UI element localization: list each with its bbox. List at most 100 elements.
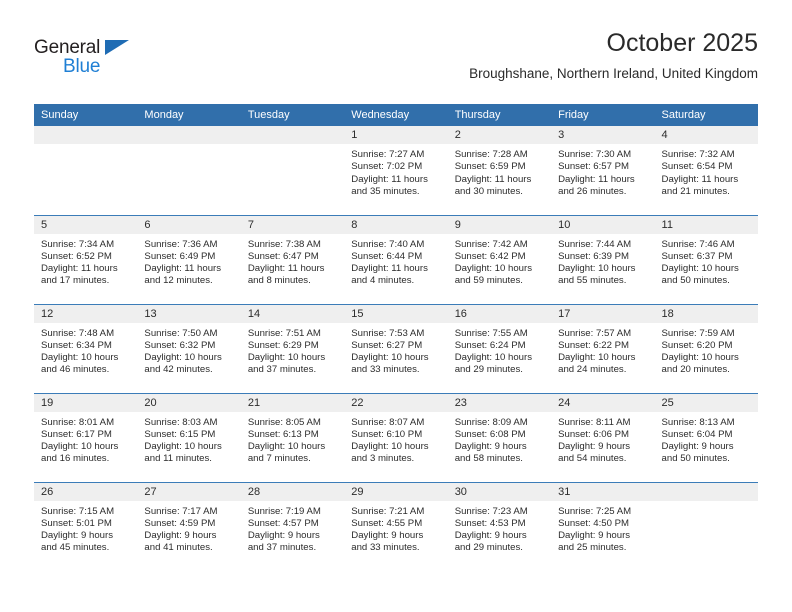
day-details: Sunrise: 8:13 AM Sunset: 6:04 PM Daylight:… [655, 412, 758, 466]
daylight-text-line1: Daylight: 10 hours [454, 352, 533, 364]
calendar-day-cell[interactable]: 29 Sunrise: 7:21 AM Sunset: 4:55 PM Dayligh… [344, 481, 448, 571]
day-details: Sunrise: 7:27 AM Sunset: 7:02 PM Daylight:… [344, 144, 447, 198]
calendar-day-cell[interactable]: 14 Sunrise: 7:51 AM Sunset: 6:29 PM Dayligh… [240, 303, 345, 393]
day-number-band [654, 482, 758, 501]
daylight-text-line2: and 33 minutes. [351, 364, 420, 376]
weekday-header-tuesday: Tuesday [240, 104, 345, 126]
calendar-day-cell[interactable]: 11 Sunrise: 7:46 AM Sunset: 6:37 PM Dayligh… [654, 214, 758, 304]
sunset-text: Sunset: 4:53 PM [454, 517, 526, 529]
sunrise-text: Sunrise: 8:05 AM [247, 416, 321, 428]
daylight-text-line2: and 21 minutes. [661, 185, 730, 197]
daylight-text-line1: Daylight: 9 hours [351, 530, 424, 542]
calendar-day-cell[interactable]: 20 Sunrise: 8:03 AM Sunset: 6:15 PM Dayligh… [137, 392, 241, 482]
daylight-text-line2: and 42 minutes. [144, 364, 213, 376]
calendar-day-cell[interactable]: 17 Sunrise: 7:57 AM Sunset: 6:22 PM Dayligh… [551, 303, 655, 393]
daylight-text-line1: Daylight: 11 hours [558, 173, 635, 185]
daylight-text-line2: and 3 minutes. [351, 453, 415, 465]
sunset-text: Sunset: 6:08 PM [454, 428, 526, 440]
sunrise-text: Sunrise: 7:53 AM [351, 327, 425, 339]
daylight-text-line2: and 30 minutes. [454, 185, 523, 197]
calendar-day-cell[interactable]: 1 Sunrise: 7:27 AM Sunset: 7:02 PM Daylight… [344, 126, 448, 215]
calendar-day-cell[interactable]: 30 Sunrise: 7:23 AM Sunset: 4:53 PM Dayligh… [447, 481, 552, 571]
daylight-text-line1: Daylight: 10 hours [144, 352, 222, 364]
calendar-day-cell[interactable]: 23 Sunrise: 8:09 AM Sunset: 6:08 PM Dayligh… [447, 392, 552, 482]
daylight-text-line1: Daylight: 11 hours [351, 263, 428, 275]
page-header: General Blue October 2025 Broughshane, N… [34, 28, 758, 98]
day-details: Sunrise: 7:34 AM Sunset: 6:52 PM Daylight:… [34, 234, 137, 288]
sunset-text: Sunset: 7:02 PM [351, 161, 423, 173]
location-subtitle: Broughshane, Northern Ireland, United Ki… [469, 66, 758, 81]
sunrise-text: Sunrise: 7:50 AM [144, 327, 218, 339]
day-details: Sunrise: 7:30 AM Sunset: 6:57 PM Daylight:… [551, 144, 654, 198]
calendar-day-cell[interactable]: 2 Sunrise: 7:28 AM Sunset: 6:59 PM Daylight… [447, 126, 552, 215]
calendar-day-cell[interactable]: 24 Sunrise: 8:11 AM Sunset: 6:06 PM Dayligh… [551, 392, 655, 482]
calendar-body: 1 Sunrise: 7:27 AM Sunset: 7:02 PM Daylight… [34, 126, 758, 571]
day-number: 7 [240, 215, 345, 234]
calendar-day-cell[interactable]: 3 Sunrise: 7:30 AM Sunset: 6:57 PM Daylight… [551, 126, 655, 215]
daylight-text-line1: Daylight: 9 hours [247, 530, 320, 542]
calendar-day-cell[interactable]: 19 Sunrise: 8:01 AM Sunset: 6:17 PM Dayligh… [34, 392, 138, 482]
sunset-text: Sunset: 6:06 PM [558, 428, 630, 440]
sunset-text: Sunset: 6:44 PM [351, 250, 423, 262]
day-number: 21 [240, 393, 345, 412]
daylight-text-line2: and 58 minutes. [454, 453, 523, 465]
calendar-day-cell[interactable]: 5 Sunrise: 7:34 AM Sunset: 6:52 PM Daylight… [34, 214, 138, 304]
calendar-header-row: Sunday Monday Tuesday Wednesday Thursday Frid… [34, 104, 758, 126]
calendar-day-cell[interactable]: 26 Sunrise: 7:15 AM Sunset: 5:01 PM Dayligh… [34, 481, 138, 571]
sunrise-text: Sunrise: 7:44 AM [558, 238, 632, 250]
calendar-day-cell[interactable]: 8 Sunrise: 7:40 AM Sunset: 6:44 PM Daylight… [344, 214, 448, 304]
sunset-text: Sunset: 6:52 PM [41, 250, 112, 262]
sunrise-text: Sunrise: 7:55 AM [454, 327, 528, 339]
sunset-text: Sunset: 6:32 PM [144, 339, 216, 351]
calendar-day-cell[interactable]: 22 Sunrise: 8:07 AM Sunset: 6:10 PM Dayligh… [344, 392, 448, 482]
daylight-text-line1: Daylight: 11 hours [454, 173, 532, 185]
sunrise-text: Sunrise: 7:59 AM [661, 327, 735, 339]
sunrise-text: Sunrise: 7:42 AM [454, 238, 528, 250]
calendar-week-row: 26 Sunrise: 7:15 AM Sunset: 5:01 PM Dayligh… [34, 481, 758, 571]
calendar-day-cell[interactable]: 10 Sunrise: 7:44 AM Sunset: 6:39 PM Dayligh… [551, 214, 655, 304]
daylight-text-line1: Daylight: 9 hours [454, 441, 527, 453]
day-number: 27 [137, 482, 241, 501]
daylight-text-line1: Daylight: 10 hours [661, 352, 739, 364]
day-details: Sunrise: 7:21 AM Sunset: 4:55 PM Daylight:… [344, 501, 447, 555]
general-blue-logo: General Blue [34, 38, 154, 82]
calendar-day-cell[interactable]: 25 Sunrise: 8:13 AM Sunset: 6:04 PM Dayligh… [654, 392, 758, 482]
calendar-day-cell[interactable]: 13 Sunrise: 7:50 AM Sunset: 6:32 PM Dayligh… [137, 303, 241, 393]
sunset-text: Sunset: 6:20 PM [661, 339, 733, 351]
calendar-table: Sunday Monday Tuesday Wednesday Thursday Frid… [34, 104, 758, 571]
calendar-day-cell[interactable]: 9 Sunrise: 7:42 AM Sunset: 6:42 PM Daylight… [447, 214, 552, 304]
calendar-day-cell[interactable]: 7 Sunrise: 7:38 AM Sunset: 6:47 PM Daylight… [240, 214, 345, 304]
calendar-day-cell[interactable]: 6 Sunrise: 7:36 AM Sunset: 6:49 PM Daylight… [137, 214, 241, 304]
sunset-text: Sunset: 6:57 PM [558, 161, 630, 173]
calendar-day-cell[interactable]: 16 Sunrise: 7:55 AM Sunset: 6:24 PM Dayligh… [447, 303, 552, 393]
day-details: Sunrise: 8:05 AM Sunset: 6:13 PM Daylight:… [241, 412, 344, 466]
calendar-day-cell[interactable]: 18 Sunrise: 7:59 AM Sunset: 6:20 PM Dayligh… [654, 303, 758, 393]
sunrise-text: Sunrise: 7:36 AM [144, 238, 218, 250]
sunrise-text: Sunrise: 7:27 AM [351, 149, 425, 160]
weekday-header-sunday: Sunday [34, 104, 138, 126]
day-number: 6 [137, 215, 241, 234]
day-number: 28 [240, 482, 345, 501]
logo-text-general: General [34, 37, 101, 58]
daylight-text-line2: and 37 minutes. [247, 542, 317, 554]
sunrise-text: Sunrise: 7:19 AM [247, 505, 321, 517]
calendar-day-cell[interactable]: 4 Sunrise: 7:32 AM Sunset: 6:54 PM Daylight… [654, 126, 758, 215]
sunset-text: Sunset: 6:42 PM [454, 250, 526, 262]
daylight-text-line2: and 59 minutes. [454, 275, 523, 287]
sunset-text: Sunset: 6:15 PM [144, 428, 216, 440]
calendar-day-cell[interactable]: 15 Sunrise: 7:53 AM Sunset: 6:27 PM Dayligh… [344, 303, 448, 393]
daylight-text-line2: and 29 minutes. [454, 364, 523, 376]
calendar-day-cell[interactable]: 27 Sunrise: 7:17 AM Sunset: 4:59 PM Dayligh… [137, 481, 241, 571]
calendar-day-cell[interactable]: 31 Sunrise: 7:25 AM Sunset: 4:50 PM Dayligh… [551, 481, 655, 571]
daylight-text-line1: Daylight: 9 hours [558, 441, 631, 453]
sunset-text: Sunset: 6:49 PM [144, 250, 216, 262]
calendar-day-cell[interactable]: 28 Sunrise: 7:19 AM Sunset: 4:57 PM Dayligh… [240, 481, 345, 571]
weekday-header-saturday: Saturday [654, 104, 758, 126]
day-details: Sunrise: 7:55 AM Sunset: 6:24 PM Daylight:… [448, 323, 551, 377]
calendar-day-cell[interactable]: 21 Sunrise: 8:05 AM Sunset: 6:13 PM Dayligh… [240, 392, 345, 482]
day-number: 4 [654, 126, 758, 144]
daylight-text-line1: Daylight: 10 hours [454, 263, 533, 275]
calendar-day-cell[interactable]: 12 Sunrise: 7:48 AM Sunset: 6:34 PM Dayligh… [34, 303, 138, 393]
day-number: 13 [137, 304, 241, 323]
sunset-text: Sunset: 6:47 PM [247, 250, 319, 262]
